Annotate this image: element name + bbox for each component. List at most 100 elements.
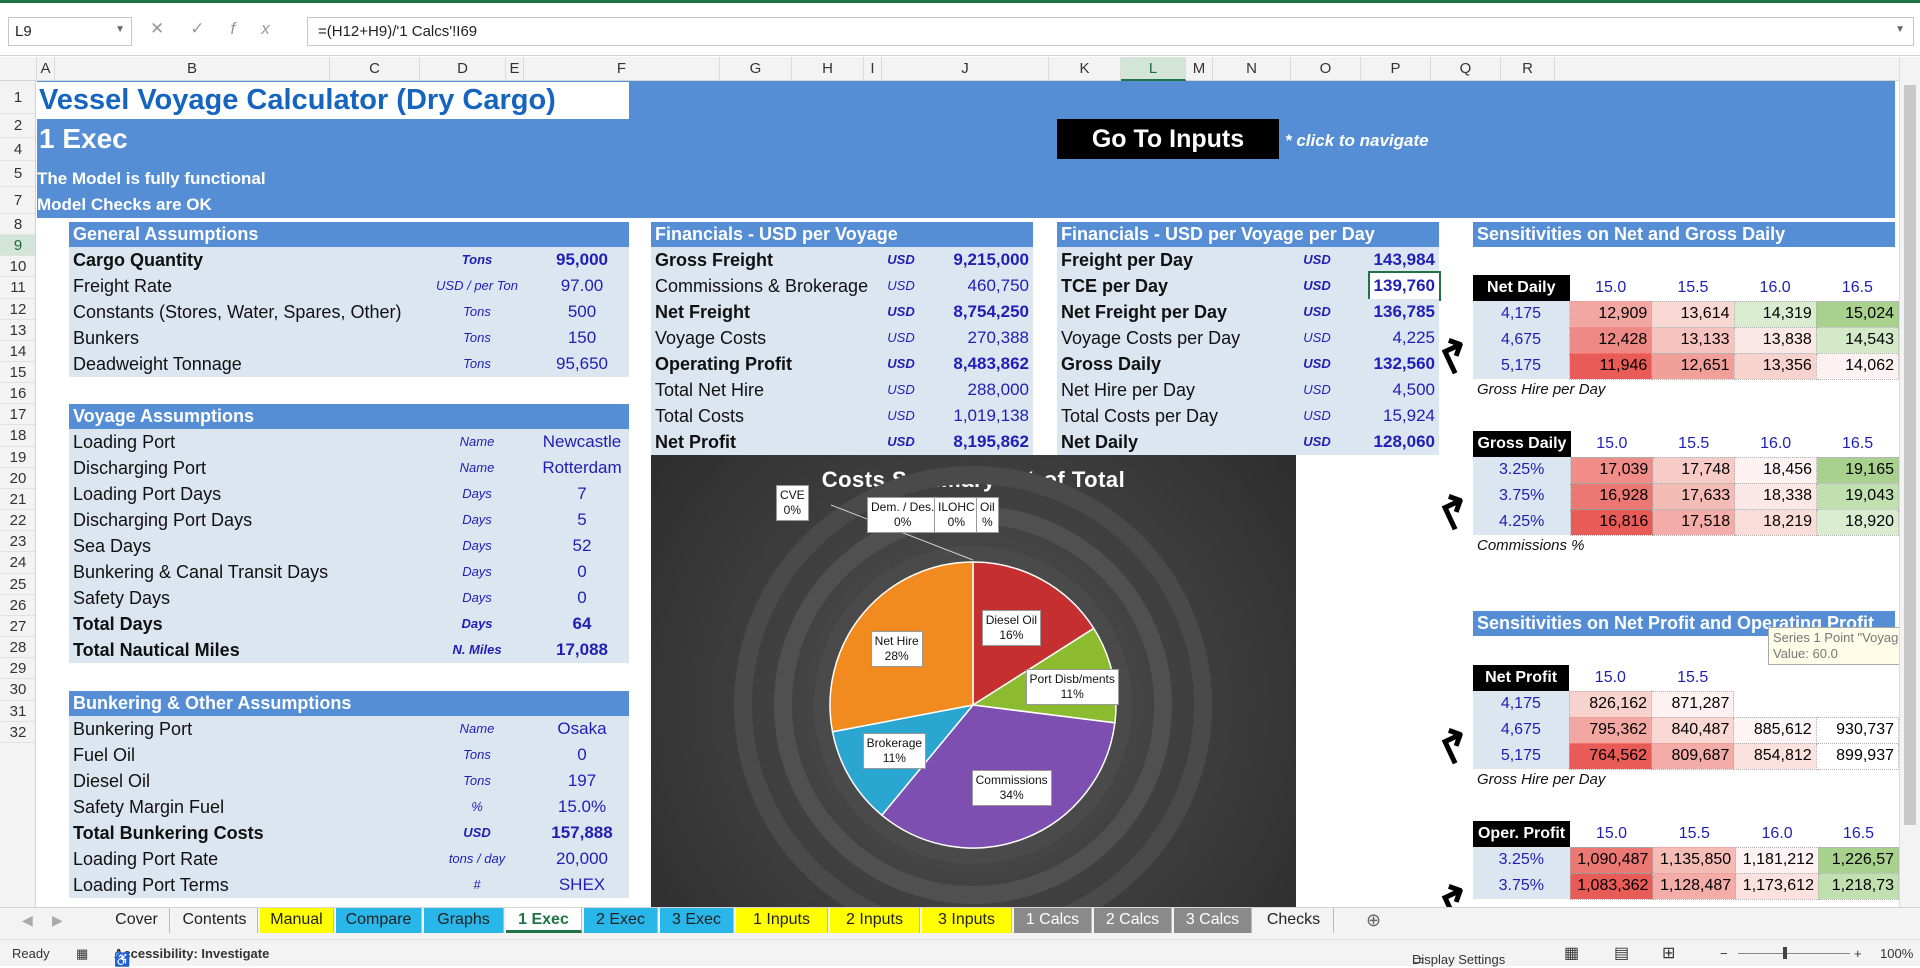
row-header-29[interactable]: 29 (0, 658, 35, 679)
row-value[interactable]: 157,888 (537, 820, 627, 846)
sensitivity-cell[interactable]: 13,614 (1651, 300, 1735, 328)
column-header-d[interactable]: D (420, 57, 506, 81)
add-sheet-icon[interactable]: ⊕ (1366, 910, 1381, 931)
chevron-down-icon[interactable]: ▼ (1895, 24, 1905, 35)
tab-cover[interactable]: Cover (104, 908, 170, 933)
sensitivity-cell[interactable]: 17,633 (1652, 482, 1736, 510)
row-value[interactable]: Rotterdam (537, 455, 627, 481)
row-value[interactable]: 270,388 (968, 325, 1029, 351)
table-row[interactable]: Safety Margin Fuel% 15.0% (69, 794, 629, 820)
table-row[interactable]: Sea Days Days 52 (69, 533, 629, 559)
row-value[interactable]: 288,000 (968, 377, 1029, 403)
row-value[interactable]: 15.0% (537, 794, 627, 820)
sensitivity-cell[interactable]: 12,651 (1651, 352, 1735, 380)
sheet-grid[interactable]: Vessel Voyage Calculator (Dry Cargo) 1 E… (37, 81, 1899, 907)
row-header-27[interactable]: 27 (0, 616, 35, 637)
table-row[interactable]: Net Freight USD 8,754,250 (651, 299, 1033, 325)
table-row[interactable]: Total Days Days 64 (69, 611, 629, 637)
scrollbar-thumb[interactable] (1904, 85, 1916, 825)
row-value[interactable]: 5 (537, 507, 627, 533)
row-header-32[interactable]: 32 (0, 722, 35, 743)
row-value[interactable]: 132,560 (1374, 351, 1435, 377)
tab-graphs[interactable]: Graphs (424, 908, 504, 933)
row-value[interactable]: Newcastle (537, 429, 627, 455)
table-row[interactable]: Total Nautical Miles N. Miles 17,088 (69, 637, 629, 663)
table-row[interactable]: Fuel Oil Tons 0 (69, 742, 629, 768)
page-break-icon[interactable]: ⊞ (1662, 943, 1675, 963)
sensitivity-cell[interactable]: 17,039 (1570, 456, 1654, 484)
row-header-19[interactable]: 19 (0, 447, 35, 468)
table-row[interactable]: Cargo Quantity Tons 95,000 (69, 247, 629, 273)
column-header-q[interactable]: Q (1431, 57, 1501, 81)
sensitivity-cell[interactable]: 12,909 (1569, 300, 1653, 328)
row-value[interactable]: 0 (537, 585, 627, 611)
table-row[interactable]: Bunkering & Canal Transit Days Days 0 (69, 559, 629, 585)
column-header-r[interactable]: R (1501, 57, 1555, 81)
table-row[interactable]: Constants (Stores, Water, Spares, Other)… (69, 299, 629, 325)
table-row[interactable]: Discharging Port Days Days 5 (69, 507, 629, 533)
row-header-5[interactable]: 5 (0, 161, 35, 187)
row-header-17[interactable]: 17 (0, 404, 35, 425)
sensitivity-cell[interactable]: 14,319 (1733, 300, 1817, 328)
row-value[interactable]: 0 (537, 559, 627, 585)
sensitivity-cell[interactable]: 871,287 (1651, 690, 1735, 718)
row-value[interactable]: 95,650 (537, 351, 627, 377)
row-header-30[interactable]: 30 (0, 679, 35, 701)
row-header-11[interactable]: 11 (0, 277, 35, 299)
table-row[interactable]: Gross Freight USD 9,215,000 (651, 247, 1033, 273)
column-header-n[interactable]: N (1213, 57, 1291, 81)
sensitivity-cell[interactable]: 1,218,73 (1817, 872, 1899, 900)
table-row[interactable]: Bunkering Port Name Osaka (69, 716, 629, 742)
table-row[interactable]: Total Costs USD 1,019,138 (651, 403, 1033, 429)
row-header-18[interactable]: 18 (0, 425, 35, 447)
table-row[interactable]: Voyage Costs per Day USD 4,225 (1057, 325, 1439, 351)
column-header-e[interactable]: E (506, 57, 524, 81)
enter-icon[interactable]: ✓ (190, 19, 230, 38)
cancel-icon[interactable]: ✕ (150, 19, 190, 38)
table-row[interactable]: Freight per Day USD 143,984 (1057, 247, 1439, 273)
row-value[interactable]: 139,760 (1367, 271, 1442, 301)
tab-2-exec[interactable]: 2 Exec (584, 908, 658, 933)
row-header-16[interactable]: 16 (0, 383, 35, 404)
column-header-j[interactable]: J (882, 57, 1049, 81)
zoom-slider-thumb[interactable] (1783, 947, 1787, 959)
row-value[interactable]: 7 (537, 481, 627, 507)
sensitivity-cell[interactable]: 18,219 (1734, 508, 1818, 536)
sensitivity-cell[interactable]: 1,173,612 (1735, 872, 1819, 900)
chevron-down-icon[interactable]: ▼ (115, 24, 125, 35)
row-header-14[interactable]: 14 (0, 341, 35, 362)
row-header-7[interactable]: 7 (0, 187, 35, 214)
row-header-13[interactable]: 13 (0, 320, 35, 341)
table-row[interactable]: Net Hire per Day USD 4,500 (1057, 377, 1439, 403)
sensitivity-cell[interactable]: 16,928 (1570, 482, 1654, 510)
row-value[interactable]: 500 (537, 299, 627, 325)
row-value[interactable]: 97.00 (537, 273, 627, 299)
sensitivity-cell[interactable]: 18,338 (1734, 482, 1818, 510)
sensitivity-cell[interactable]: 840,487 (1651, 716, 1735, 744)
table-row[interactable]: Freight Rate USD / per Ton 97.00 (69, 273, 629, 299)
row-value[interactable]: Osaka (537, 716, 627, 742)
macro-icon[interactable]: ▦ (76, 946, 88, 962)
sensitivity-cell[interactable]: 13,133 (1651, 326, 1735, 354)
column-header-g[interactable]: G (720, 57, 792, 81)
row-value[interactable]: 15,924 (1383, 403, 1435, 429)
row-value[interactable]: 4,225 (1392, 325, 1435, 351)
accessibility-status[interactable]: ♿ Accessibility: Investigate (114, 946, 269, 967)
zoom-out-icon[interactable]: − (1720, 946, 1728, 961)
tab-contents[interactable]: Contents (172, 908, 258, 933)
normal-view-icon[interactable]: ▦ (1564, 943, 1579, 963)
column-header-l[interactable]: L (1121, 57, 1186, 81)
zoom-in-icon[interactable]: + (1854, 946, 1862, 961)
sensitivity-cell[interactable]: 1,181,212 (1735, 846, 1819, 874)
row-header-26[interactable]: 26 (0, 595, 35, 616)
row-value[interactable]: 64 (537, 611, 627, 637)
sensitivity-cell[interactable]: 826,162 (1568, 690, 1653, 718)
sensitivity-cell[interactable]: 1,083,362 (1569, 872, 1654, 900)
tab-scroll-right-icon[interactable]: ▶ (52, 912, 63, 929)
sensitivity-cell[interactable]: 15,024 (1815, 300, 1899, 328)
row-value[interactable]: 20,000 (537, 846, 627, 872)
table-row[interactable]: TCE per Day USD 139,760 (1057, 271, 1442, 301)
row-header-15[interactable]: 15 (0, 362, 35, 383)
row-header-31[interactable]: 31 (0, 701, 35, 722)
row-value[interactable]: 0 (537, 742, 627, 768)
